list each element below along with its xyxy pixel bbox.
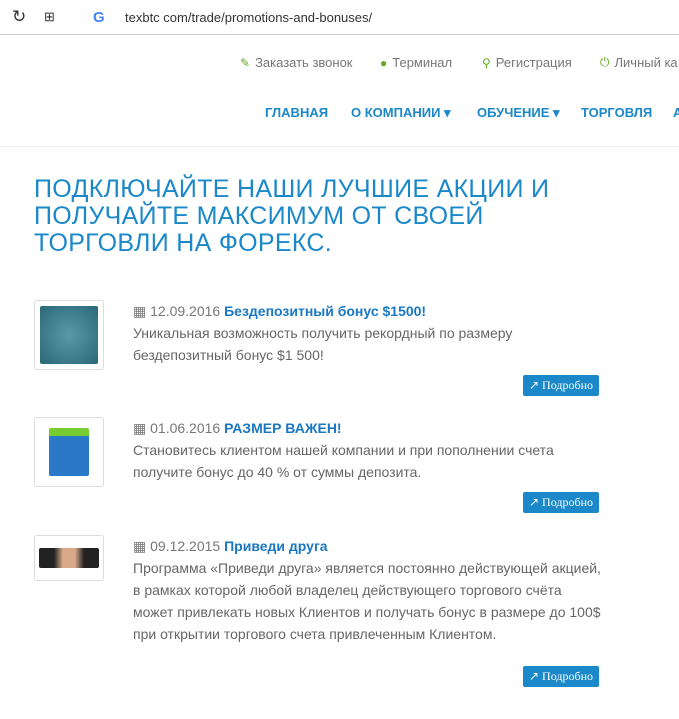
external-link-icon: ↗ xyxy=(528,669,540,683)
topbar-register[interactable]: ⚲ Регистрация xyxy=(482,55,572,70)
url-field[interactable]: texbtc com/trade/promotions-and-bonuses/ xyxy=(125,10,372,25)
browser-address-bar: ↻ ⊞ G texbtc com/trade/promotions-and-bo… xyxy=(0,0,679,35)
promo-description: Программа «Приведи друга» является посто… xyxy=(133,560,601,642)
promo-description: Уникальная возможность получить рекордны… xyxy=(133,325,513,363)
promo-date: 09.12.2015 xyxy=(150,538,221,554)
reload-icon[interactable]: ↻ xyxy=(12,7,26,27)
nav-home[interactable]: ГЛАВНАЯ xyxy=(265,105,328,120)
calendar-icon: ▦ xyxy=(133,303,151,319)
divider xyxy=(0,146,679,147)
calendar-icon: ▦ xyxy=(133,420,151,436)
promo-title-link[interactable]: РАЗМЕР ВАЖЕН! xyxy=(224,420,342,436)
nav-company[interactable]: О КОМПАНИИ ▾ xyxy=(351,105,451,121)
external-link-icon: ↗ xyxy=(528,495,540,509)
apps-icon[interactable]: ⊞ xyxy=(44,9,55,25)
promo-image-world-map[interactable] xyxy=(34,300,104,370)
promo-title-link[interactable]: Бездепозитный бонус $1500! xyxy=(224,303,426,319)
phone-icon: ✎ xyxy=(240,55,251,70)
nav-more[interactable]: А xyxy=(673,105,679,120)
promo-title-link[interactable]: Приведи друга xyxy=(224,538,327,554)
promo-date: 12.09.2016 xyxy=(150,303,221,319)
nav-trading[interactable]: ТОРГОВЛЯ xyxy=(581,105,652,120)
promo-image-gift[interactable] xyxy=(34,417,104,487)
topbar-terminal[interactable]: ● Терминал xyxy=(380,55,452,70)
promo-description: Становитесь клиентом нашей компании и пр… xyxy=(133,442,554,480)
key-icon: ⚲ xyxy=(482,55,491,70)
details-button[interactable]: ↗ Подробно xyxy=(522,666,599,687)
power-icon: ⏻ xyxy=(600,55,610,69)
topbar-cabinet[interactable]: ⏻ Личный ка xyxy=(600,55,678,70)
external-link-icon: ↗ xyxy=(528,378,540,392)
promo-date: 01.06.2016 xyxy=(150,420,221,436)
topbar-callback[interactable]: ✎ Заказать звонок xyxy=(240,55,353,70)
globe-icon: ● xyxy=(380,55,388,70)
page-title: ПОДКЛЮЧАЙТЕ НАШИ ЛУЧШИЕ АКЦИИ И ПОЛУЧАЙТ… xyxy=(34,175,550,257)
nav-education[interactable]: ОБУЧЕНИЕ ▾ xyxy=(477,105,560,121)
promo-image-handshake[interactable] xyxy=(34,535,104,581)
details-button[interactable]: ↗ Подробно xyxy=(522,375,599,396)
calendar-icon: ▦ xyxy=(133,538,151,554)
details-button[interactable]: ↗ Подробно xyxy=(522,492,599,513)
google-icon: G xyxy=(93,8,105,26)
